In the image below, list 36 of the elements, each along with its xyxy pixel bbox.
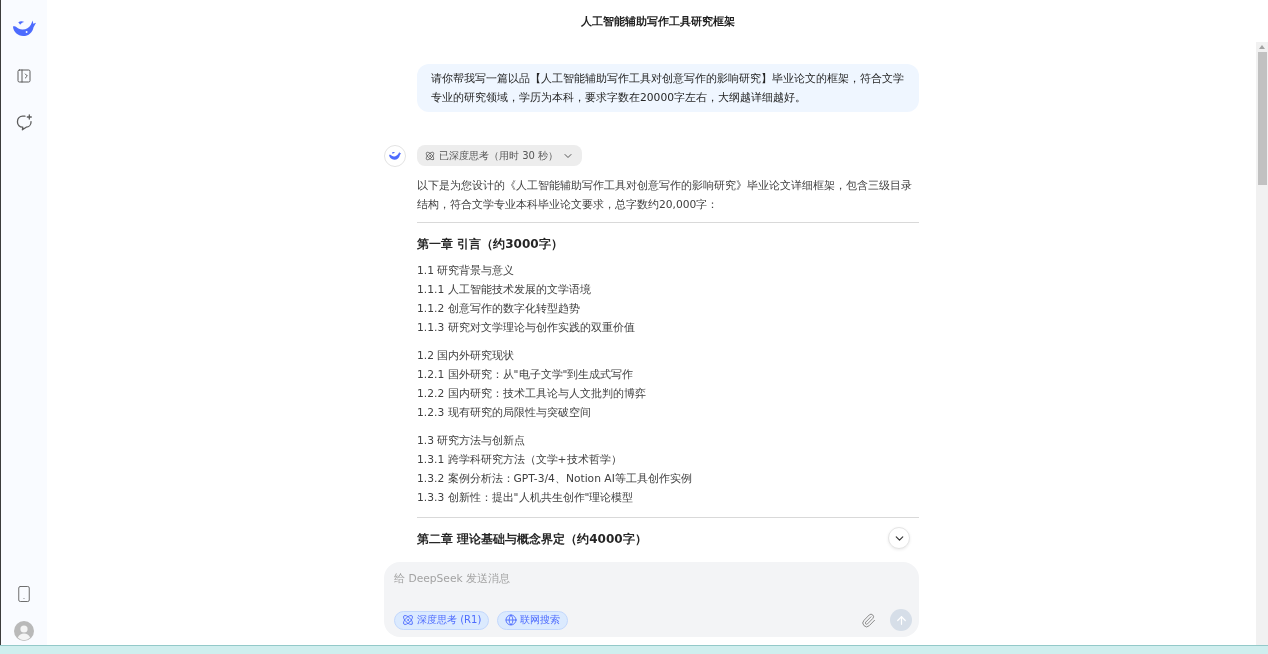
arrow-up-icon	[894, 613, 908, 627]
scrollbar-thumb[interactable]	[1257, 52, 1267, 185]
globe-icon	[505, 614, 518, 626]
scrollbar[interactable]	[1256, 42, 1268, 645]
scroll-up-arrow-icon[interactable]	[1259, 45, 1265, 49]
assistant-whale-icon	[384, 145, 406, 167]
user-avatar-icon[interactable]	[14, 621, 34, 641]
outline-item: 1.3.3 创新性：提出"人机共生创作"理论模型	[417, 490, 635, 506]
atom-icon	[425, 150, 435, 161]
outline-item: 1.1 研究背景与意义	[417, 263, 516, 279]
mode-toggle[interactable]: 联网搜索	[497, 610, 569, 630]
outline-item: 1.1.2 创意写作的数字化转型趋势	[417, 301, 581, 317]
sidebar-panel-icon[interactable]	[16, 68, 32, 84]
outline-item: 1.1.1 人工智能技术发展的文学语境	[417, 282, 592, 298]
chat-title: 人工智能辅助写作工具研究框架	[580, 13, 735, 29]
new-chat-icon[interactable]	[15, 114, 33, 131]
message-input[interactable]: 给 DeepSeek 发送消息	[394, 570, 694, 586]
outline-item: 1.3.2 案例分析法：GPT-3/4、Notion AI等工具创作实例	[417, 471, 692, 487]
chapter-heading: 第一章 引言（约3000字）	[417, 236, 563, 253]
outline-item: 1.3 研究方法与创新点	[417, 433, 527, 449]
scroll-down-button[interactable]	[888, 527, 910, 549]
outline-item: 1.2.3 现有研究的局限性与突破空间	[417, 405, 592, 421]
user-message: 请你帮我写一篇以品【人工智能辅助写作工具对创意写作的影响研究】毕业论文的框架，符合文学专业的研究领域，学历为本科，要求字数在20000字左右，大纲越详细越好。	[417, 64, 919, 112]
reply-intro: 以下是为您设计的《人工智能辅助写作工具对创意写作的影响研究》毕业论文详细框架，包含三级目录结构，符合文学专业本科毕业论文要求，总字数约20,000字：	[417, 178, 913, 213]
outline-item: 1.3.1 跨学科研究方法（文学+技术哲学）	[417, 452, 623, 468]
outline-item: 1.2.2 国内研究：技术工具论与人文批判的博弈	[417, 386, 646, 402]
whale-logo-icon[interactable]	[11, 18, 37, 38]
mode-toggle[interactable]: 深度思考 (R1)	[394, 610, 490, 630]
atom-icon	[402, 614, 414, 626]
outline-item: 1.2.1 国外研究：从"电子文学"到生成式写作	[417, 367, 635, 383]
thinking-toggle[interactable]: 已深度思考（用时 30 秒）	[417, 145, 583, 166]
outline-item: 1.2 国内外研究现状	[417, 348, 516, 364]
outline-item: 1.1.3 研究对文学理论与创作实践的双重价值	[417, 320, 635, 336]
phone-icon[interactable]	[15, 585, 33, 603]
paperclip-icon[interactable]	[861, 612, 876, 628]
chapter-heading: 第二章 理论基础与概念界定（约4000字）	[417, 531, 647, 548]
